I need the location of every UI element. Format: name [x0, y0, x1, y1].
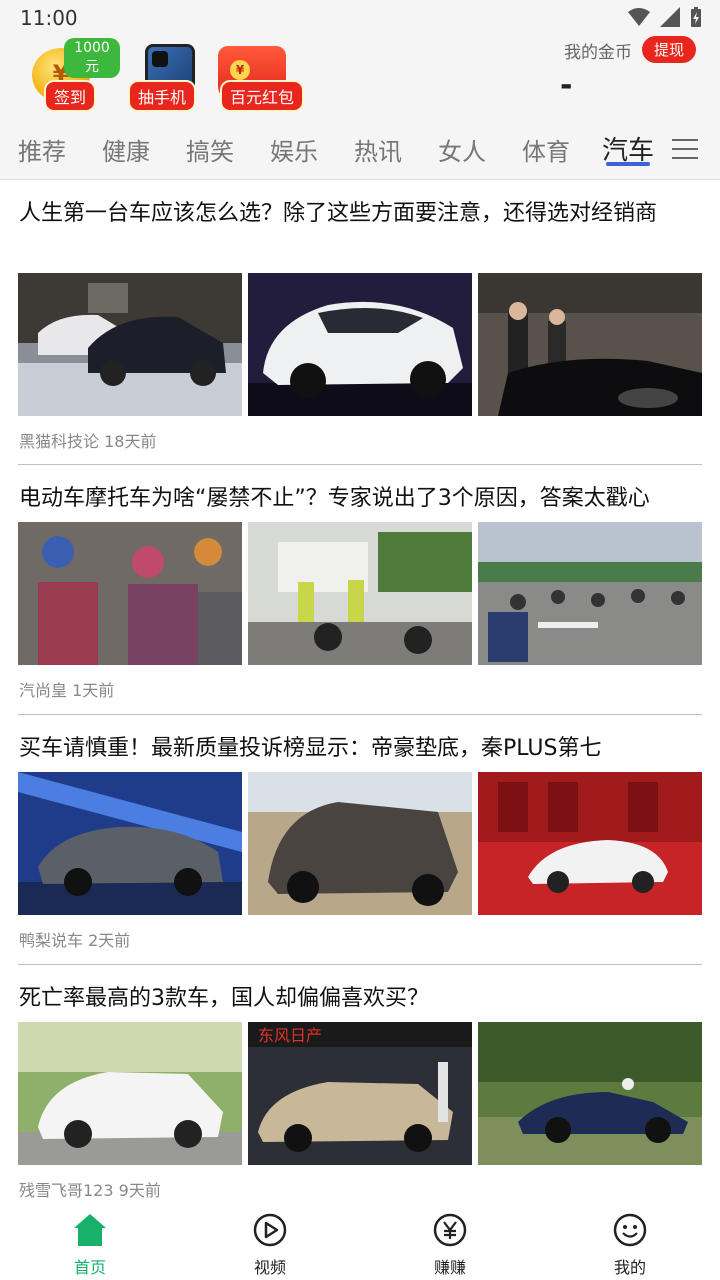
article-images — [18, 772, 702, 915]
tab-sports[interactable]: 体育 — [522, 132, 570, 167]
tab-hot-news[interactable]: 热讯 — [354, 132, 402, 167]
checkin-label: 签到 — [43, 80, 97, 112]
article-title[interactable]: 买车请慎重！最新质量投诉榜显示：帝豪垫底，秦PLUS第七 — [19, 731, 703, 767]
bottom-nav: 首页 视频 赚赚 我的 — [0, 1208, 720, 1280]
article-meta: 残雪飞哥123 9天前 — [19, 1177, 161, 1201]
article-source: 黑猫科技论 — [19, 432, 100, 451]
article-time: 9天前 — [118, 1181, 161, 1200]
menu-icon[interactable] — [672, 138, 698, 160]
battery-icon — [691, 7, 701, 27]
tab-entertainment[interactable]: 娱乐 — [270, 132, 318, 167]
article-image[interactable] — [18, 522, 242, 665]
withdraw-button[interactable]: 提现 — [641, 36, 696, 63]
article-images — [18, 273, 702, 416]
news-article[interactable]: 死亡率最高的3款车，国人却偏偏喜欢买？ 东风日产 残雪飞哥123 9天前 — [18, 965, 702, 1215]
article-time: 18天前 — [104, 432, 157, 451]
svg-text:东风日产: 东风日产 — [258, 1026, 322, 1045]
red-packet-label: 百元红包 — [219, 80, 305, 112]
article-image[interactable] — [18, 273, 242, 416]
nav-earn-label: 赚赚 — [433, 1258, 466, 1277]
status-icons — [628, 7, 702, 27]
news-article[interactable]: 人生第一台车应该怎么选？除了这些方面要注意，还得选对经销商 黑猫科技论 18天前 — [18, 180, 702, 465]
news-article[interactable]: 买车请慎重！最新质量投诉榜显示：帝豪垫底，秦PLUS第七 鸭梨说车 2天前 — [18, 715, 702, 965]
active-tab-indicator — [606, 162, 650, 166]
article-title[interactable]: 电动车摩托车为啥“屡禁不止”？专家说出了3个原因，答案太戳心 — [19, 481, 703, 517]
nav-home[interactable]: 首页 — [50, 1212, 130, 1278]
article-meta: 黑猫科技论 18天前 — [19, 428, 156, 452]
red-packet-promo[interactable]: ¥ 百元红包 — [218, 40, 318, 116]
yuan-icon — [433, 1213, 467, 1247]
smile-icon — [613, 1213, 647, 1247]
article-images — [18, 522, 702, 665]
tab-recommend[interactable]: 推荐 — [18, 132, 66, 167]
article-source: 残雪飞哥123 — [19, 1181, 114, 1200]
article-image[interactable] — [478, 522, 702, 665]
article-image[interactable]: 东风日产 — [248, 1022, 472, 1165]
article-image[interactable] — [478, 273, 702, 416]
play-icon — [253, 1213, 287, 1247]
nav-video-label: 视频 — [253, 1258, 286, 1277]
article-time: 2天前 — [88, 931, 131, 950]
home-icon — [74, 1214, 106, 1246]
article-source: 汽尚皇 — [19, 681, 68, 700]
signal-icon — [660, 7, 680, 27]
nav-me[interactable]: 我的 — [590, 1212, 670, 1278]
article-time: 1天前 — [72, 681, 115, 700]
article-image[interactable] — [18, 1022, 242, 1165]
category-tabs: 推荐 健康 搞笑 娱乐 热讯 女人 体育 汽车 — [0, 122, 720, 180]
status-time: 11:00 — [20, 6, 78, 30]
news-article[interactable]: 电动车摩托车为啥“屡禁不止”？专家说出了3个原因，答案太戳心 汽尚皇 1天前 — [18, 465, 702, 715]
tab-women[interactable]: 女人 — [438, 132, 486, 167]
article-title[interactable]: 人生第一台车应该怎么选？除了这些方面要注意，还得选对经销商 — [19, 196, 703, 232]
article-images: 东风日产 — [18, 1022, 702, 1165]
article-title[interactable]: 死亡率最高的3款车，国人却偏偏喜欢买？ — [19, 981, 703, 1017]
article-image[interactable] — [478, 1022, 702, 1165]
article-meta: 汽尚皇 1天前 — [19, 677, 114, 701]
nav-home-label: 首页 — [73, 1258, 106, 1277]
wifi-icon — [628, 8, 650, 26]
news-feed: 人生第一台车应该怎么选？除了这些方面要注意，还得选对经销商 黑猫科技论 18天前… — [18, 180, 702, 1215]
tab-health[interactable]: 健康 — [102, 132, 150, 167]
status-bar: 11:00 — [0, 0, 720, 36]
article-meta: 鸭梨说车 2天前 — [19, 927, 130, 951]
lottery-phone-promo[interactable]: 抽手机 — [112, 40, 212, 116]
article-image[interactable] — [248, 522, 472, 665]
nav-video[interactable]: 视频 — [230, 1212, 310, 1278]
my-gold-label: 我的金币 — [564, 43, 632, 63]
gold-value: - — [560, 68, 573, 103]
article-image[interactable] — [248, 772, 472, 915]
header: ¥ 1000元 签到 抽手机 ¥ 百元红包 我的金币 提现 - — [0, 36, 720, 122]
nav-earn[interactable]: 赚赚 — [410, 1212, 490, 1278]
nav-me-label: 我的 — [613, 1258, 646, 1277]
article-image[interactable] — [478, 772, 702, 915]
tab-funny[interactable]: 搞笑 — [186, 132, 234, 167]
article-image[interactable] — [18, 772, 242, 915]
lottery-phone-label: 抽手机 — [127, 80, 197, 112]
checkin-promo[interactable]: ¥ 1000元 签到 — [20, 38, 120, 116]
article-source: 鸭梨说车 — [19, 931, 84, 950]
article-image[interactable] — [248, 273, 472, 416]
